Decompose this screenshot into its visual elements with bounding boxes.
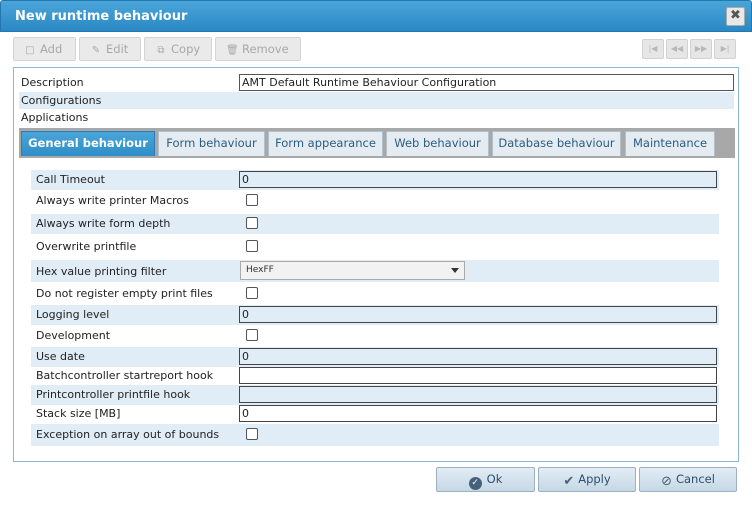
dialog-title-bar[interactable]: New runtime behaviour ✖ [0, 0, 752, 32]
call-timeout-row: Call Timeout 0 [31, 170, 719, 190]
batchcontroller-startreport-hook-label: Batchcontroller startreport hook [36, 369, 214, 382]
always-write-printer-macros-label: Always write printer Macros [36, 194, 189, 207]
stack-size-row: Stack size [MB] 0 [31, 404, 719, 424]
remove-label: Remove [242, 42, 289, 56]
always-write-form-depth-label: Always write form depth [36, 217, 171, 230]
description-label: Description [21, 76, 84, 89]
overwrite-printfile-checkbox[interactable] [246, 240, 258, 252]
always-write-form-depth-checkbox[interactable] [246, 217, 258, 229]
hex-value-printing-filter-row: Hex value printing filter HexFF [31, 260, 719, 282]
ok-button[interactable]: ✓ Ok [436, 467, 535, 492]
chevron-down-icon [451, 268, 459, 273]
printcontroller-printfile-hook-row: Printcontroller printfile hook [31, 385, 719, 405]
development-row: Development [31, 326, 719, 346]
logging-level-input[interactable]: 0 [239, 306, 717, 323]
apply-button[interactable]: ✔ Apply [538, 467, 636, 492]
description-input[interactable]: AMT Default Runtime Behaviour Configurat… [239, 74, 734, 91]
close-button[interactable]: ✖ [726, 7, 745, 26]
hex-value-printing-filter-label: Hex value printing filter [36, 265, 167, 278]
cancel-button[interactable]: ⊘ Cancel [639, 467, 737, 492]
first-record-button[interactable]: |◀ [642, 39, 664, 59]
pencil-icon: ✎ [91, 45, 101, 56]
edit-button[interactable]: ✎ Edit [79, 37, 141, 61]
overwrite-printfile-row: Overwrite printfile [31, 237, 719, 257]
record-panel: Description AMT Default Runtime Behaviou… [13, 67, 739, 462]
copy-label: Copy [171, 42, 201, 56]
use-date-label: Use date [36, 350, 85, 363]
use-date-row: Use date 0 [31, 347, 719, 367]
call-timeout-input[interactable]: 0 [239, 171, 717, 188]
tab-bar: General behaviour Form behaviour Form ap… [19, 128, 735, 158]
exception-on-array-out-of-bounds-row: Exception on array out of bounds [31, 424, 719, 446]
close-icon: ✖ [730, 8, 741, 23]
exception-on-array-out-of-bounds-checkbox[interactable] [246, 428, 258, 440]
tab-database-behaviour[interactable]: Database behaviour [492, 131, 621, 156]
next-record-icon: ▶▶ [694, 44, 708, 53]
do-not-register-empty-print-files-row: Do not register empty print files [31, 284, 719, 304]
hex-value-printing-filter-value: HexFF [246, 265, 274, 275]
overwrite-printfile-label: Overwrite printfile [36, 240, 137, 253]
tab-form-appearance[interactable]: Form appearance [268, 131, 383, 156]
stack-size-label: Stack size [MB] [36, 407, 121, 420]
check-circle-icon: ✓ [468, 477, 482, 490]
development-label: Development [36, 329, 111, 342]
add-button[interactable]: □ Add [13, 37, 76, 61]
call-timeout-label: Call Timeout [36, 173, 105, 186]
batchcontroller-startreport-hook-row: Batchcontroller startreport hook [31, 366, 719, 386]
tab-web-behaviour[interactable]: Web behaviour [386, 131, 489, 156]
configurations-label: Configurations [21, 94, 102, 107]
applications-label: Applications [21, 111, 89, 124]
use-date-input[interactable]: 0 [239, 348, 717, 365]
always-write-printer-macros-checkbox[interactable] [246, 194, 258, 206]
checkmark-icon: ✔ [563, 474, 575, 489]
previous-record-icon: ◀◀ [670, 44, 684, 53]
batchcontroller-startreport-hook-input[interactable] [239, 367, 717, 384]
last-record-button[interactable]: ▶| [714, 39, 736, 59]
add-label: Add [40, 42, 63, 56]
first-record-icon: |◀ [648, 44, 658, 53]
apply-label: Apply [578, 472, 611, 486]
always-write-form-depth-row: Always write form depth [31, 214, 719, 234]
description-row: Description AMT Default Runtime Behaviou… [19, 74, 734, 91]
dialog-title: New runtime behaviour [15, 9, 188, 24]
ok-label: Ok [486, 472, 503, 486]
configurations-row: Configurations [19, 92, 734, 109]
logging-level-label: Logging level [36, 308, 110, 321]
stack-size-input[interactable]: 0 [239, 405, 717, 422]
tab-maintenance[interactable]: Maintenance [625, 131, 715, 156]
remove-button[interactable]: 🗑 Remove [215, 37, 301, 61]
previous-record-button[interactable]: ◀◀ [666, 39, 688, 59]
hex-value-printing-filter-select[interactable]: HexFF [240, 261, 465, 280]
always-write-printer-macros-row: Always write printer Macros [31, 191, 719, 211]
printcontroller-printfile-hook-label: Printcontroller printfile hook [36, 388, 191, 401]
ban-icon: ⊘ [661, 474, 672, 489]
printcontroller-printfile-hook-input[interactable] [239, 386, 717, 403]
copy-icon: ⧉ [157, 45, 165, 56]
edit-label: Edit [106, 42, 129, 56]
trash-icon: 🗑 [226, 45, 239, 56]
do-not-register-empty-print-files-label: Do not register empty print files [36, 287, 213, 300]
copy-button[interactable]: ⧉ Copy [144, 37, 212, 61]
next-record-button[interactable]: ▶▶ [690, 39, 712, 59]
square-icon: □ [25, 45, 35, 56]
applications-row: Applications [19, 109, 734, 126]
exception-on-array-out-of-bounds-label: Exception on array out of bounds [36, 428, 220, 441]
cancel-label: Cancel [675, 472, 715, 486]
development-checkbox[interactable] [246, 329, 258, 341]
last-record-icon: ▶| [720, 44, 730, 53]
logging-level-row: Logging level 0 [31, 305, 719, 325]
tab-form-behaviour[interactable]: Form behaviour [158, 131, 265, 156]
do-not-register-empty-print-files-checkbox[interactable] [246, 287, 258, 299]
tab-general-behaviour[interactable]: General behaviour [21, 131, 155, 156]
